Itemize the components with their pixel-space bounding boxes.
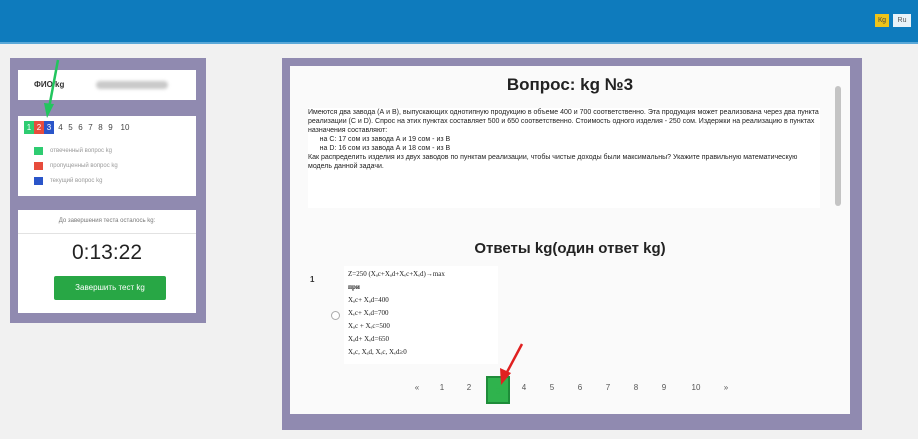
page-3[interactable]: 3 <box>486 376 510 404</box>
timer-card: До завершения теста осталось kg: 0:13:22… <box>18 210 196 313</box>
question-nav-7[interactable]: 7 <box>86 121 95 134</box>
question-nav-6[interactable]: 6 <box>76 121 85 134</box>
answers-title: Ответы kg(один ответ kg) <box>474 240 666 257</box>
answer-line-constraint-2: Xₑc+ Xₑd=700 <box>348 309 389 317</box>
answer-index: 1 <box>310 275 315 284</box>
answer-radio[interactable] <box>331 311 340 320</box>
answer-line-constraint-1: Xₐc+ Xₐd=400 <box>348 296 389 304</box>
legend-answered-swatch <box>34 147 43 155</box>
lang-ru-button[interactable]: Ru <box>893 14 911 27</box>
question-nav-2[interactable]: 2 <box>34 121 44 134</box>
legend-current-label: текущий вопрос kg <box>50 178 103 184</box>
question-text-box: Имеются два завода (А и В), выпускающих … <box>308 108 820 208</box>
answer-line-constraint-3: Xₐc + Xₑc=500 <box>348 322 390 330</box>
page-2[interactable]: 2 <box>459 383 479 392</box>
page-5[interactable]: 5 <box>542 383 562 392</box>
answer-line-nonnegativity: Xₐc, Xₐd, Xₑc, Xₑd≥0 <box>348 348 407 356</box>
finish-test-button[interactable]: Завершить тест kg <box>54 276 166 300</box>
answer-line-constraint-4: Xₐd+ Xₑd=650 <box>348 335 389 343</box>
question-nav-10[interactable]: 10 <box>118 121 132 134</box>
question-nav-9[interactable]: 9 <box>106 121 115 134</box>
question-text: Имеются два завода (А и В), выпускающих … <box>308 109 819 170</box>
question-nav-3[interactable]: 3 <box>44 121 54 134</box>
answer-line-pri: при <box>348 283 360 291</box>
question-nav-4[interactable]: 4 <box>56 121 65 134</box>
question-nav-8[interactable]: 8 <box>96 121 105 134</box>
legend-answered-label: отвеченный вопрос kg <box>50 148 113 154</box>
page-8[interactable]: 8 <box>626 383 646 392</box>
page-prev[interactable]: « <box>407 383 427 392</box>
timer-value: 0:13:22 <box>71 241 143 264</box>
question-nav-1[interactable]: 1 <box>24 121 34 134</box>
fio-label: ФИО kg <box>34 80 65 89</box>
page-9[interactable]: 9 <box>654 383 674 392</box>
legend-skipped-label: пропущенный вопрос kg <box>50 163 118 169</box>
question-nav-card: 1 2 3 4 5 6 7 8 9 10 отвеченный вопрос k… <box>18 116 196 196</box>
timer-divider <box>18 233 196 234</box>
question-scrollbar[interactable] <box>835 86 841 206</box>
fio-card: ФИО kg <box>18 70 196 100</box>
top-bar <box>0 0 918 42</box>
timer-label: До завершения теста осталось kg: <box>58 218 156 224</box>
fio-value-blurred <box>96 81 168 89</box>
page-4[interactable]: 4 <box>514 383 534 392</box>
page-6[interactable]: 6 <box>570 383 590 392</box>
answer-line-objective: Z=250 (Xₐc+Xₐd+Xₑc+Xₑd)→max <box>348 270 445 278</box>
question-title: Вопрос: kg №3 <box>506 75 634 94</box>
page-10[interactable]: 10 <box>686 383 706 392</box>
question-card: Вопрос: kg №3 Имеются два завода (А и В)… <box>290 66 850 414</box>
question-nav-5[interactable]: 5 <box>66 121 75 134</box>
page-next[interactable]: » <box>716 383 736 392</box>
answer-option[interactable]: Z=250 (Xₐc+Xₐd+Xₑc+Xₑd)→max при Xₐc+ Xₐd… <box>344 266 498 364</box>
page-1[interactable]: 1 <box>432 383 452 392</box>
top-bar-separator <box>0 42 918 44</box>
lang-kg-button[interactable]: Кg <box>875 14 889 27</box>
page-7[interactable]: 7 <box>598 383 618 392</box>
legend-current-swatch <box>34 177 43 185</box>
legend-skipped-swatch <box>34 162 43 170</box>
pagination: « 1 2 3 4 5 6 7 8 9 10 » <box>290 376 850 404</box>
